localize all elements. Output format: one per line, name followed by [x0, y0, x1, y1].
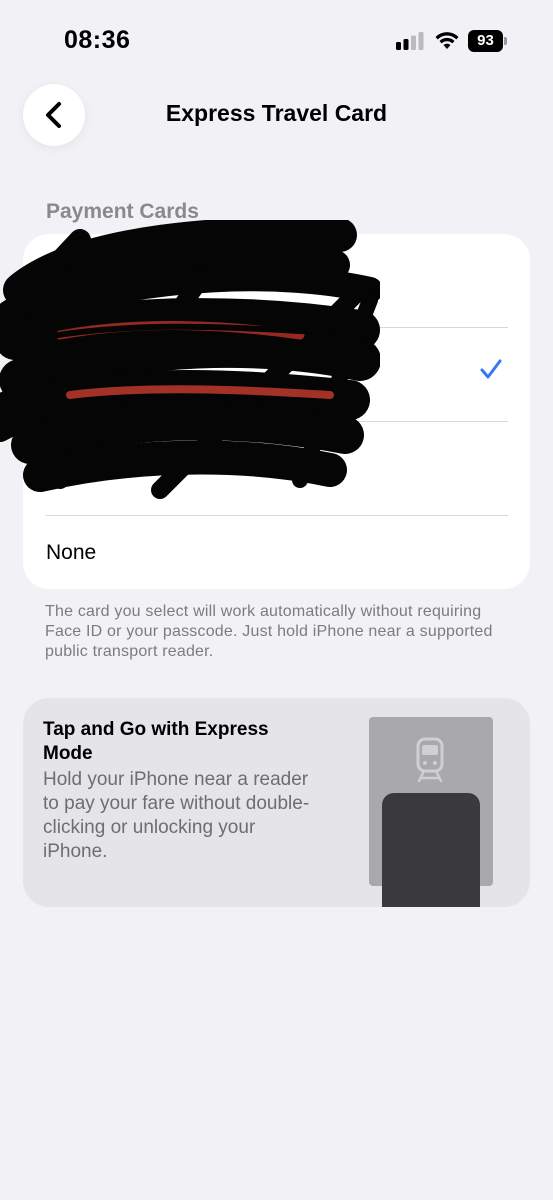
cellular-signal-icon: [396, 32, 424, 50]
card-row-label: None: [46, 541, 97, 564]
express-mode-illustration: [369, 717, 493, 907]
card-row-3[interactable]: [23, 422, 530, 516]
wifi-icon: [435, 32, 459, 49]
iphone-illustration: [382, 793, 480, 907]
card-row-none[interactable]: None: [23, 516, 530, 589]
payment-card-list: Mastercard None: [23, 234, 530, 589]
card-row-2[interactable]: [23, 328, 530, 422]
card-row-1[interactable]: Mastercard: [23, 234, 530, 328]
card-row-label: Mastercard: [113, 265, 219, 288]
payment-cards-header: Payment Cards: [46, 200, 199, 223]
train-icon: [416, 737, 444, 783]
express-mode-promo: Tap and Go with Express Mode Hold your i…: [23, 698, 530, 907]
promo-body: Hold your iPhone near a reader to pay yo…: [43, 769, 310, 862]
battery-icon: 93: [468, 30, 508, 52]
battery-level: 93: [468, 30, 503, 52]
page-title: Express Travel Card: [165, 100, 388, 126]
screen: 08:36 93 Express Travel Card Payment Car…: [0, 0, 553, 1200]
battery-cap: [504, 37, 507, 45]
express-card-note: The card you select will work automatica…: [45, 603, 493, 660]
status-time: 08:36: [64, 26, 131, 54]
checkmark-icon: [480, 359, 502, 379]
status-bar: 08:36 93: [0, 0, 553, 80]
promo-title: Tap and Go with Express Mode: [43, 719, 269, 764]
